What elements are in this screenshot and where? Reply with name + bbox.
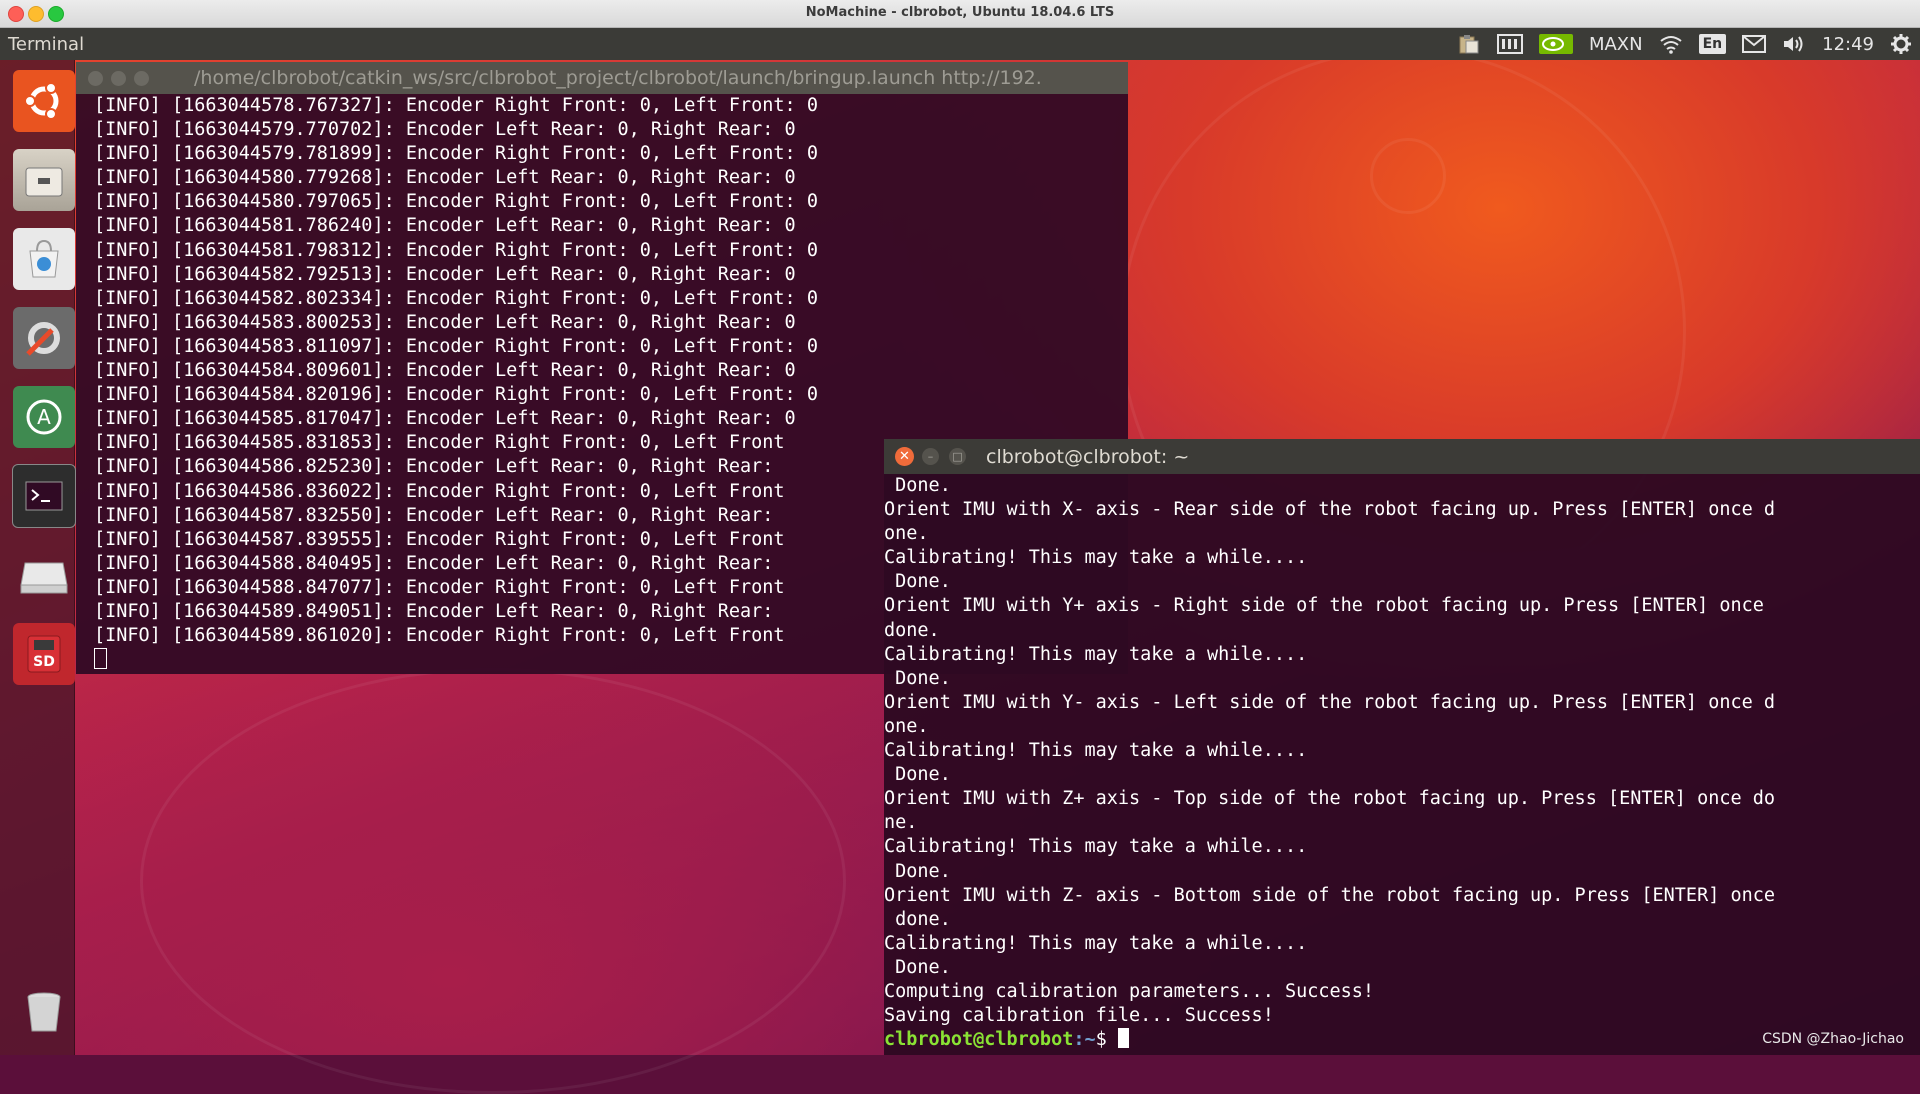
log-line: [INFO] [1663044589.849051]: Encoder Left… [94,600,774,622]
launcher-dock: A SD [0,60,76,1055]
watermark: CSDN @Zhao-Jichao [1762,1031,1904,1047]
system-tray: MAXN En 12:49 [1449,28,1920,60]
language-label: En [1698,34,1727,54]
close-button[interactable]: ✕ [895,447,914,466]
clock[interactable]: 12:49 [1814,28,1882,60]
output-line: Done. [884,860,951,882]
bringup-terminal-titlebar[interactable]: /home/clbrobot/catkin_ws/src/clbrobot_pr… [76,62,1128,94]
wallpaper-decoration [140,668,846,1094]
prompt-path: :~ [1073,1029,1096,1051]
log-line: [INFO] [1663044579.770702]: Encoder Left… [94,119,796,141]
prompt-symbol: $ [1095,1029,1118,1051]
memory-indicator-icon[interactable] [1489,28,1531,60]
software-updater-icon[interactable]: A [8,381,80,453]
terminal-cursor [94,648,107,670]
log-line: [INFO] [1663044579.781899]: Encoder Righ… [94,143,818,165]
output-line: Orient IMU with Z+ axis - Top side of th… [884,788,1776,810]
active-app-name: Terminal [8,34,85,55]
log-line: [INFO] [1663044583.800253]: Encoder Left… [94,311,796,333]
output-line: Orient IMU with X- axis - Rear side of t… [884,499,1776,521]
log-line: [INFO] [1663044589.861020]: Encoder Righ… [94,625,785,647]
prompt-user: clbrobot@clbrobot [884,1029,1074,1051]
output-line: Done. [884,475,951,496]
output-line: done. [884,619,940,641]
bringup-terminal-title: /home/clbrobot/catkin_ws/src/clbrobot_pr… [194,67,1042,89]
top-panel: Terminal MAXN En 12:49 [0,28,1920,60]
log-line: [INFO] [1663044581.798312]: Encoder Righ… [94,239,818,261]
log-line: [INFO] [1663044581.786240]: Encoder Left… [94,215,796,237]
nvidia-power-mode[interactable]: MAXN [1581,28,1651,60]
output-line: Orient IMU with Y- axis - Left side of t… [884,691,1776,713]
close-button[interactable] [88,71,103,86]
clipboard-icon[interactable] [1449,28,1489,60]
output-line: Done. [884,667,951,689]
log-line: [INFO] [1663044585.817047]: Encoder Left… [94,408,796,430]
output-line: Computing calibration parameters... Succ… [884,980,1375,1002]
log-line: [INFO] [1663044580.797065]: Encoder Righ… [94,191,818,213]
terminal-cursor [1117,1028,1129,1049]
log-line: [INFO] [1663044588.840495]: Encoder Left… [94,552,774,574]
output-line: Calibrating! This may take a while.... [884,643,1308,665]
files-icon[interactable] [8,144,80,216]
wallpaper-decoration [1370,138,1446,214]
output-line: Orient IMU with Y+ axis - Right side of … [884,595,1764,617]
output-line: Calibrating! This may take a while.... [884,932,1308,954]
minimize-button[interactable]: – [922,448,939,465]
keyboard-language-indicator[interactable]: En [1691,28,1735,60]
log-line: [INFO] [1663044587.839555]: Encoder Righ… [94,528,785,550]
trash-icon[interactable] [8,975,80,1047]
log-line: [INFO] [1663044578.767327]: Encoder Righ… [94,95,818,116]
log-line: [INFO] [1663044582.802334]: Encoder Righ… [94,287,818,309]
maximize-button[interactable]: □ [949,448,966,465]
nvidia-icon[interactable] [1531,28,1581,60]
settings-gear-icon[interactable] [1882,28,1920,60]
software-center-icon[interactable] [8,223,80,295]
output-line: Calibrating! This may take a while.... [884,740,1308,762]
maximize-button[interactable] [134,71,149,86]
system-settings-icon[interactable] [8,302,80,374]
mac-window-titlebar: NoMachine - clbrobot, Ubuntu 18.04.6 LTS [0,0,1920,28]
log-line: [INFO] [1663044584.820196]: Encoder Righ… [94,384,818,406]
output-line: Calibrating! This may take a while.... [884,836,1308,858]
wifi-icon[interactable] [1651,28,1691,60]
calibration-terminal-window[interactable]: ✕ – □ clbrobot@clbrobot: ~ Done. Orient … [884,439,1920,1055]
log-line: [INFO] [1663044588.847077]: Encoder Righ… [94,576,785,598]
output-line: Done. [884,571,951,593]
calibration-terminal-title: clbrobot@clbrobot: ~ [986,446,1190,468]
output-line: one. [884,715,929,737]
calibration-terminal-titlebar[interactable]: ✕ – □ clbrobot@clbrobot: ~ [884,439,1920,474]
output-line: Orient IMU with Z- axis - Bottom side of… [884,884,1776,906]
sd-card-icon[interactable]: SD [8,618,80,690]
svg-text:SD: SD [33,654,55,670]
drive-icon[interactable] [8,539,80,611]
log-line: [INFO] [1663044584.809601]: Encoder Left… [94,360,796,382]
mac-window-title: NoMachine - clbrobot, Ubuntu 18.04.6 LTS [805,5,1115,20]
log-line: [INFO] [1663044582.792513]: Encoder Left… [94,263,796,285]
volume-icon[interactable] [1774,28,1814,60]
output-line: Done. [884,956,951,978]
log-line: [INFO] [1663044586.825230]: Encoder Left… [94,456,774,478]
output-line: ne. [884,812,918,834]
log-line: [INFO] [1663044580.779268]: Encoder Left… [94,167,796,189]
terminal-icon[interactable] [8,460,80,532]
log-line: [INFO] [1663044583.811097]: Encoder Righ… [94,335,818,357]
output-line: done. [884,908,951,930]
output-line: Saving calibration file... Success! [884,1005,1274,1027]
mail-icon[interactable] [1734,28,1774,60]
output-line: one. [884,523,929,545]
output-line: Calibrating! This may take a while.... [884,547,1308,569]
log-line: [INFO] [1663044586.836022]: Encoder Righ… [94,480,785,502]
output-line: Done. [884,764,951,786]
calibration-terminal-output[interactable]: Done. Orient IMU with X- axis - Rear sid… [884,474,1920,1052]
log-line: [INFO] [1663044587.832550]: Encoder Left… [94,504,774,526]
log-line: [INFO] [1663044585.831853]: Encoder Righ… [94,432,785,454]
svg-text:A: A [37,405,51,429]
ubuntu-logo-icon[interactable] [8,65,80,137]
minimize-button[interactable] [111,71,126,86]
